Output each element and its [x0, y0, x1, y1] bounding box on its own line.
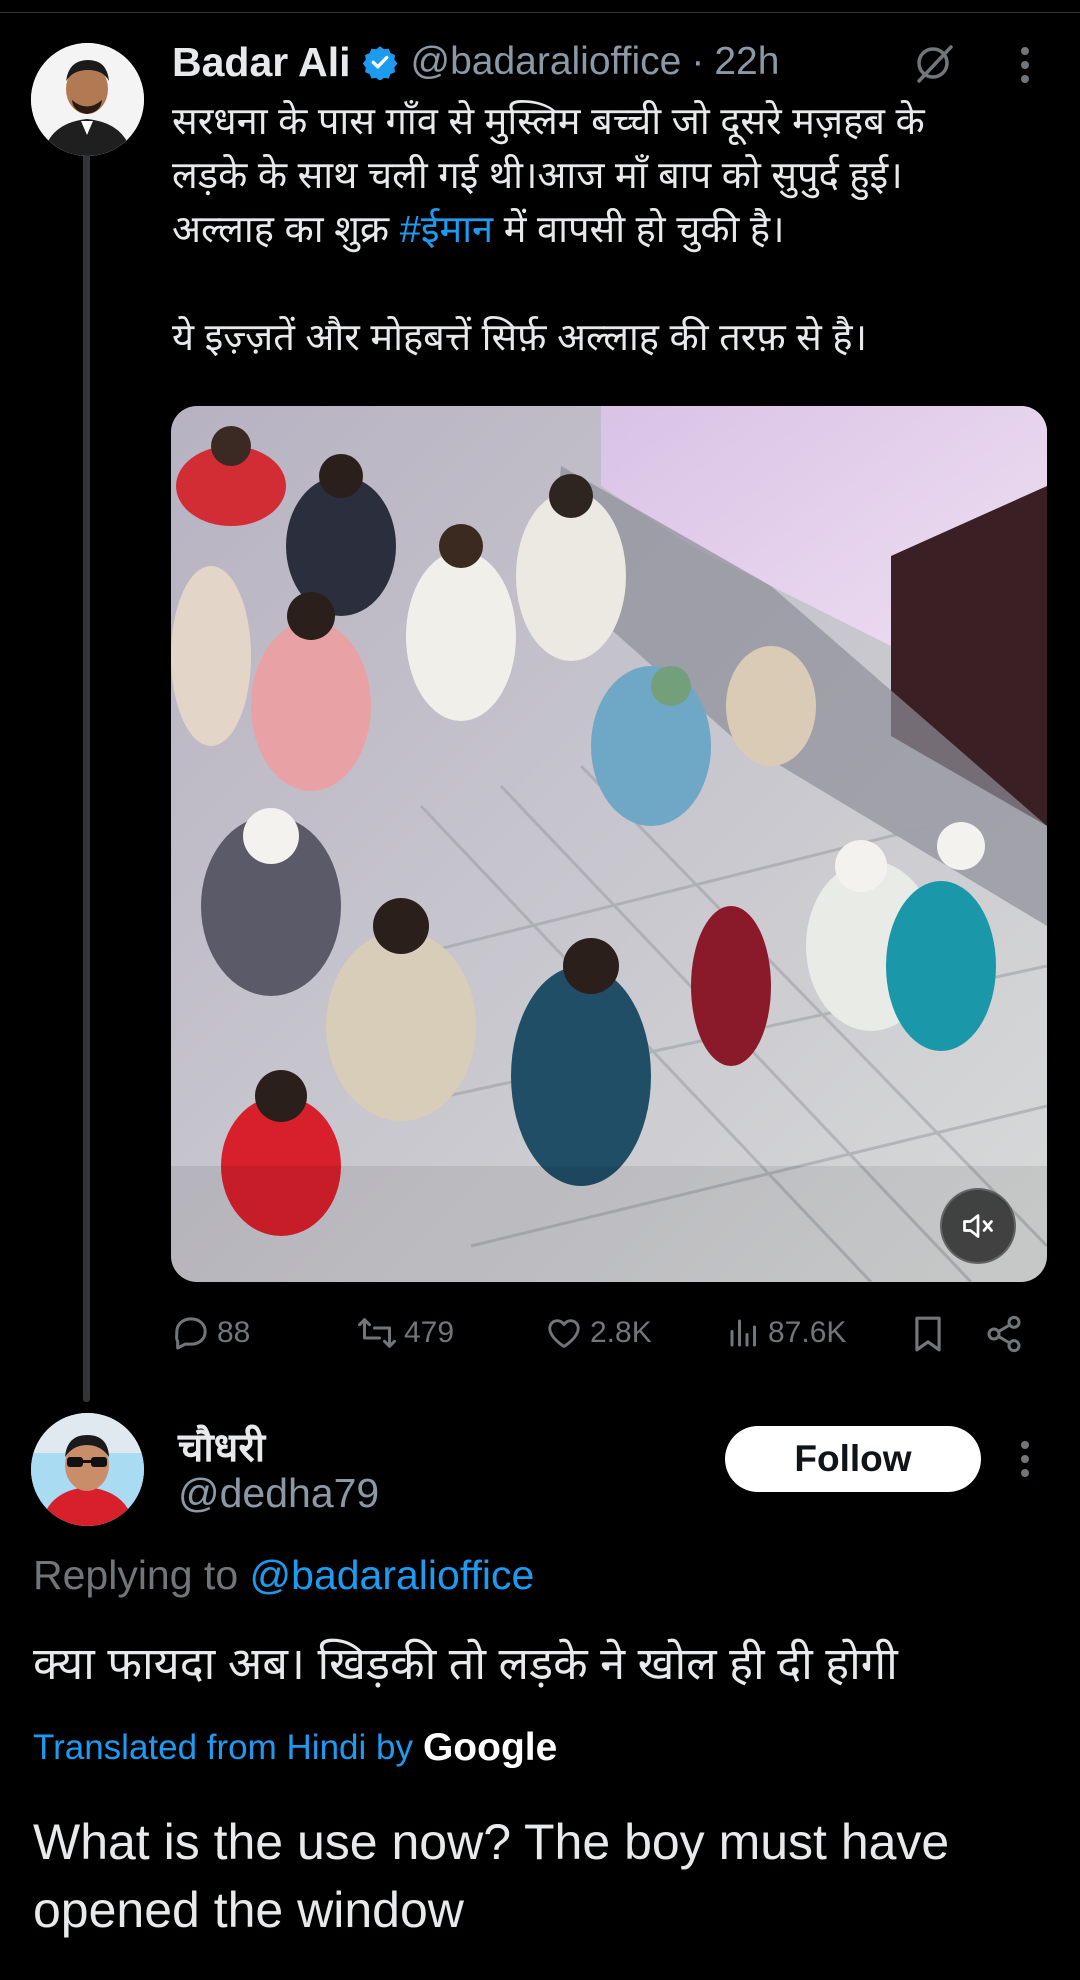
- views-icon: [730, 1319, 756, 1347]
- reply-author-avatar[interactable]: [31, 1413, 144, 1526]
- tweet-video[interactable]: [171, 406, 1047, 1282]
- tweet-text: सरधना के पास गाँव से मुस्लिम बच्ची जो दू…: [172, 95, 1052, 365]
- reply-text: क्या फायदा अब। खिड़की तो लड़के ने खोल ही…: [33, 1638, 898, 1689]
- repost-icon: [358, 1318, 396, 1348]
- tweet-text-line-3: अल्लाह का शुक्र #ईमान में वापसी हो चुकी …: [172, 203, 1052, 257]
- reply-author-handle[interactable]: @dedha79: [178, 1470, 379, 1517]
- hashtag-link[interactable]: #ईमान: [400, 209, 493, 251]
- reply-icon: [175, 1317, 207, 1350]
- line3-suffix: में वापसी हो चुकी है।: [493, 209, 785, 251]
- reply-translation: What is the use now? The boy must have o…: [33, 1814, 950, 1938]
- bookmark-icon[interactable]: [908, 1312, 948, 1356]
- tweet-header: Badar Ali @badaralioffice · 22h: [172, 34, 779, 90]
- translated-label[interactable]: Translated from Hindi by: [33, 1728, 413, 1768]
- repost-count: 479: [404, 1316, 455, 1349]
- video-frame: [171, 406, 1047, 1282]
- grok-icon[interactable]: [906, 36, 960, 90]
- translation-attribution: Translated from Hindi by Google: [33, 1726, 557, 1770]
- author-name[interactable]: Badar Ali: [172, 39, 350, 86]
- reply-author-name[interactable]: चौधरी: [178, 1418, 265, 1473]
- like-count: 2.8K: [590, 1316, 652, 1349]
- author-handle[interactable]: @badaralioffice: [410, 40, 681, 84]
- separator-dot: ·: [691, 40, 705, 83]
- tweet-text-line-2: लड़के के साथ चली गई थी।आज माँ बाप को सुप…: [172, 155, 903, 197]
- share-icon[interactable]: [982, 1312, 1026, 1356]
- verified-badge-icon: [362, 44, 398, 80]
- thread-connector-line: [83, 150, 90, 1402]
- reply-more-icon[interactable]: [1008, 1434, 1042, 1484]
- replying-to: Replying to @badaralioffice: [33, 1552, 534, 1599]
- tweet-time[interactable]: 22h: [714, 40, 779, 84]
- tweet-text-line-4: ये इज़्ज़तें और मोहबत्तें सिर्फ़ अल्लाह …: [172, 317, 868, 359]
- follow-button[interactable]: Follow: [725, 1426, 981, 1492]
- tweet-text-line-1: सरधना के पास गाँव से मुस्लिम बच्ची जो दू…: [172, 101, 925, 143]
- more-icon[interactable]: [1008, 40, 1042, 90]
- mute-icon[interactable]: [940, 1188, 1016, 1264]
- reply-action[interactable]: 88: [171, 1305, 250, 1361]
- views-count: 87.6K: [768, 1316, 847, 1349]
- reply-count: 88: [217, 1316, 251, 1349]
- line3-prefix: अल्लाह का शुक्र: [172, 209, 400, 251]
- author-avatar[interactable]: [31, 43, 144, 156]
- replying-mention-link[interactable]: @badaralioffice: [250, 1552, 535, 1598]
- like-action[interactable]: 2.8K: [544, 1305, 652, 1361]
- google-logo: Google: [422, 1726, 558, 1769]
- replying-prefix: Replying to: [33, 1552, 250, 1598]
- like-icon: [548, 1319, 580, 1348]
- views-action[interactable]: 87.6K: [726, 1305, 846, 1361]
- repost-action[interactable]: 479: [356, 1305, 454, 1361]
- top-divider: [0, 0, 1080, 13]
